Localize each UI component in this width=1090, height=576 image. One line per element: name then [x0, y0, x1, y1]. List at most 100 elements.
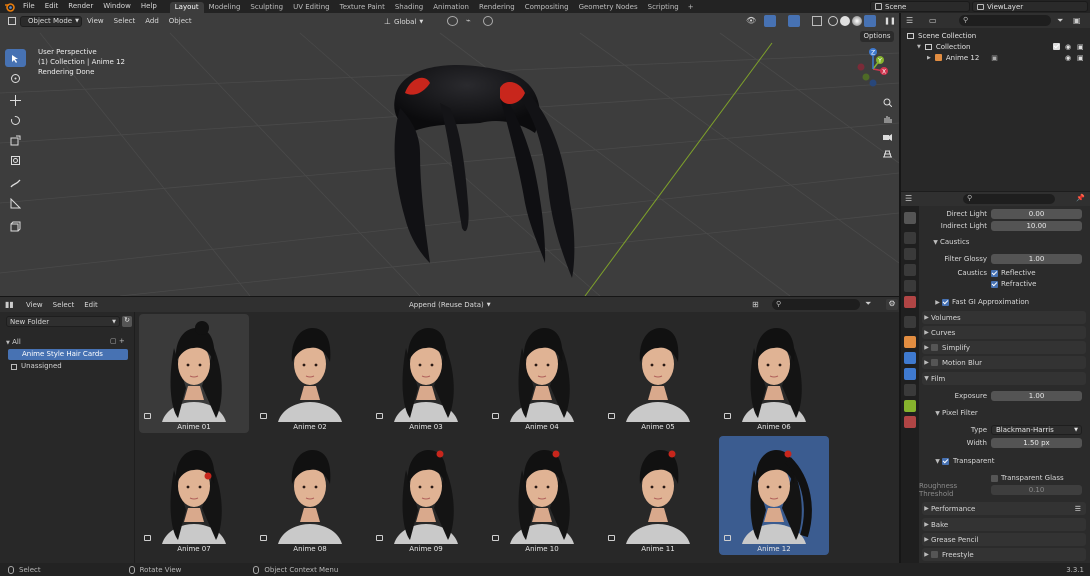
measure-tool-icon[interactable] [5, 194, 26, 212]
motion-blur-panel[interactable]: ▶ Motion Blur [922, 356, 1086, 369]
menu-edit[interactable]: Edit [40, 0, 64, 13]
overlay-toggle-icon[interactable] [788, 15, 800, 27]
snap-icon[interactable]: ⌁ [466, 16, 476, 26]
refractive-checkbox[interactable] [991, 280, 998, 288]
3d-viewport[interactable]: Object Mode ▼ View Select Add Object ⊥ G… [0, 13, 899, 296]
object-tab-icon[interactable] [904, 336, 916, 348]
asset-search-input[interactable]: ⚲ [772, 299, 860, 310]
new-catalog-icon[interactable]: ▢ + [110, 337, 130, 345]
tab-compositing[interactable]: Compositing [520, 2, 574, 13]
library-selector[interactable]: New Folder ▼ [6, 316, 120, 327]
pin-icon[interactable]: 📌 [1076, 194, 1085, 202]
collection-tab-icon[interactable] [904, 316, 916, 328]
ab-menu-edit[interactable]: Edit [79, 301, 103, 309]
asset-tile[interactable]: Anime 05 [603, 314, 713, 433]
filter-type-dropdown[interactable]: Blackman-Harris ▼ [991, 425, 1082, 435]
simplify-checkbox[interactable] [931, 344, 938, 351]
tab-shading[interactable]: Shading [390, 2, 428, 13]
asset-tile[interactable]: Anime 04 [487, 314, 597, 433]
options-button[interactable]: Options [860, 31, 894, 42]
tool-tab-icon[interactable] [904, 212, 916, 224]
menu-window[interactable]: Window [98, 0, 136, 13]
scene-tab-icon[interactable] [904, 280, 916, 292]
asset-tile[interactable]: Anime 10 [487, 436, 597, 555]
move-tool-icon[interactable] [5, 91, 26, 109]
camera-render-icon[interactable]: ▣ [1077, 54, 1084, 62]
asset-tile[interactable]: Anime 12 [719, 436, 829, 555]
outliner-row-anime-12[interactable]: ▶ Anime 12 ▣ ◉ ▣ [901, 52, 1090, 63]
caustics-panel-header[interactable]: ▼ Caustics [919, 236, 1090, 248]
properties-editor-icon[interactable]: ☰ [905, 194, 912, 203]
visibility-icon[interactable]: 👁 [746, 16, 758, 26]
perspective-toggle-icon[interactable] [880, 146, 894, 160]
ab-menu-view[interactable]: View [21, 301, 48, 309]
include-checkbox[interactable] [1053, 43, 1060, 50]
constraints-tab-icon[interactable] [904, 400, 916, 412]
asset-tile[interactable]: Anime 11 [603, 436, 713, 555]
scale-tool-icon[interactable] [5, 131, 26, 149]
rendered-shading-icon[interactable] [864, 15, 876, 27]
gizmo-toggle-icon[interactable] [764, 15, 776, 27]
particles-tab-icon[interactable] [904, 368, 916, 380]
pan-hand-icon[interactable] [880, 112, 894, 126]
display-mode-icon[interactable]: ▭ [929, 16, 937, 25]
catalog-anime-style[interactable]: Anime Style Hair Cards [8, 349, 128, 360]
scene-selector[interactable]: Scene [870, 1, 970, 12]
performance-panel[interactable]: ▶ Performance ☰ [922, 502, 1086, 515]
wireframe-shading-icon[interactable] [828, 16, 838, 26]
menu-select[interactable]: Select [109, 17, 141, 25]
outliner-row-collection[interactable]: ▼ Collection ◉ ▣ [901, 41, 1090, 52]
tab-modeling[interactable]: Modeling [204, 2, 246, 13]
freestyle-panel[interactable]: ▶ Freestyle [922, 548, 1086, 561]
new-collection-icon[interactable]: ▣ [1073, 16, 1081, 25]
simplify-panel[interactable]: ▶ Simplify [922, 341, 1086, 354]
asset-tile[interactable]: Anime 08 [255, 436, 365, 555]
reflective-checkbox[interactable] [991, 269, 998, 277]
pause-render-icon[interactable]: ❚❚ [884, 15, 896, 27]
view-layer-tab-icon[interactable] [904, 264, 916, 276]
file-browser-icon[interactable]: ▮▮ [5, 300, 21, 309]
direct-light-field[interactable]: 0.00 [991, 209, 1082, 219]
asset-tile[interactable]: Anime 01 [139, 314, 249, 433]
navigation-gizmo[interactable]: X Y Z [853, 47, 893, 87]
view-layer-selector[interactable]: ViewLayer [972, 1, 1088, 12]
camera-render-icon[interactable]: ▣ [1077, 43, 1084, 51]
annotate-tool-icon[interactable] [5, 174, 26, 192]
curves-panel[interactable]: ▶ Curves [922, 326, 1086, 339]
physics-tab-icon[interactable] [904, 384, 916, 396]
filter-icon[interactable]: ⏷ [1057, 16, 1063, 26]
outliner-editor-icon[interactable]: ☰ [906, 16, 913, 25]
eye-icon[interactable]: ◉ [1065, 54, 1071, 62]
blender-logo-icon[interactable] [0, 0, 18, 13]
texture-tab-icon[interactable] [904, 416, 916, 428]
modifier-tab-icon[interactable] [904, 352, 916, 364]
xray-toggle-icon[interactable] [812, 16, 822, 26]
select-box-tool[interactable] [5, 49, 26, 67]
display-mode-icon[interactable]: ⊞ [752, 300, 768, 309]
menu-view[interactable]: View [82, 17, 109, 25]
transparent-panel-header[interactable]: ▼ Transparent [919, 455, 1090, 467]
asset-tile[interactable]: Anime 03 [371, 314, 481, 433]
output-tab-icon[interactable] [904, 248, 916, 260]
outliner-search-input[interactable]: ⚲ [959, 15, 1051, 26]
tab-geometry-nodes[interactable]: Geometry Nodes [574, 2, 643, 13]
filter-icon[interactable]: ⏷ [865, 299, 877, 309]
asset-tile[interactable]: Anime 06 [719, 314, 829, 433]
properties-search-input[interactable]: ⚲ [963, 194, 1055, 204]
asset-tile[interactable]: Anime 02 [255, 314, 365, 433]
fast-gi-panel-header[interactable]: ▶ Fast GI Approximation [919, 296, 1090, 308]
render-tab-icon[interactable] [904, 232, 916, 244]
menu-file[interactable]: File [18, 0, 40, 13]
grease-pencil-panel[interactable]: ▶ Grease Pencil [922, 533, 1086, 546]
tab-layout[interactable]: Layout [169, 1, 204, 13]
list-menu-icon[interactable]: ☰ [1075, 505, 1081, 513]
orientation-selector[interactable]: ⊥ Global ▼ [380, 16, 440, 27]
motion-blur-checkbox[interactable] [931, 359, 938, 366]
menu-help[interactable]: Help [136, 0, 162, 13]
transparent-checkbox[interactable] [942, 457, 949, 465]
pixel-filter-panel-header[interactable]: ▼ Pixel Filter [919, 407, 1090, 419]
editor-type-button[interactable] [4, 16, 20, 27]
exposure-field[interactable]: 1.00 [991, 391, 1082, 401]
asset-tile[interactable]: Anime 07 [139, 436, 249, 555]
mode-selector[interactable]: Object Mode ▼ [20, 15, 82, 27]
